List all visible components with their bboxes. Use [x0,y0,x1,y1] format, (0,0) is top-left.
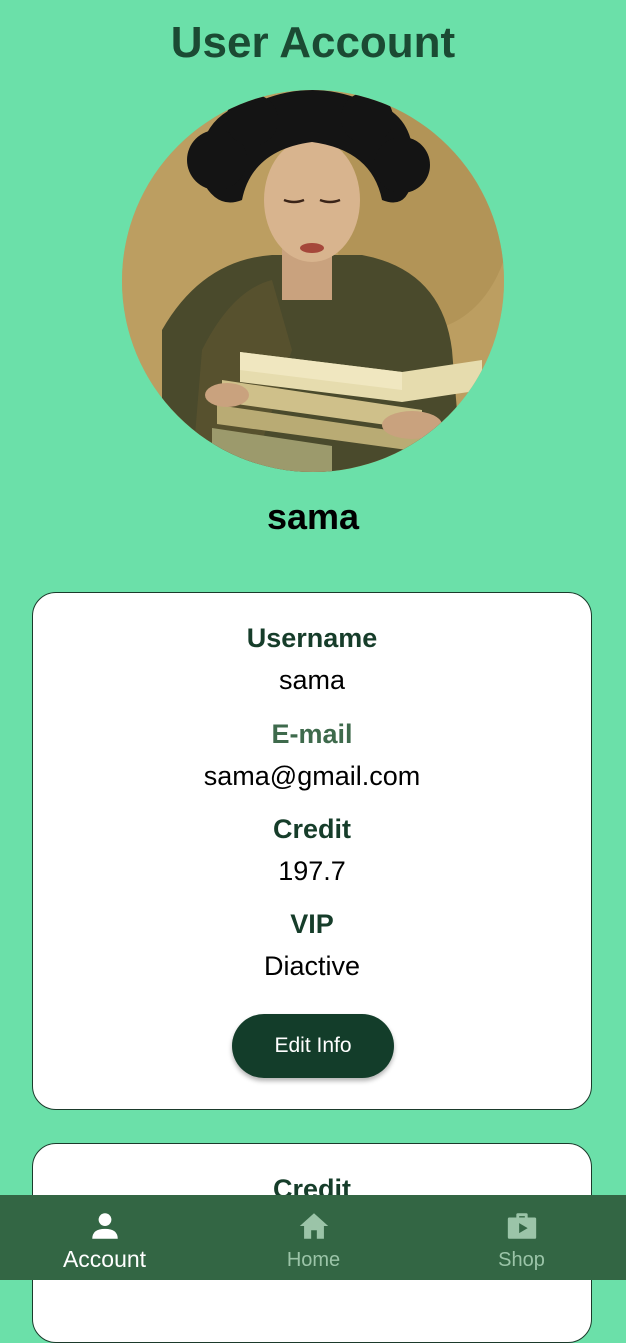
profile-name: sama [266,496,360,537]
avatar-illustration [122,90,504,472]
credit-value: 197.7 [278,856,346,886]
email-label: E-mail [271,719,353,749]
vip-label: VIP [290,909,334,939]
vip-value: Diactive [263,951,361,981]
nav-label-home: Home [286,1249,341,1271]
credit-label: Credit [272,814,351,844]
page-title: User Account [170,18,456,67]
nav-item-home[interactable]: Home [209,1195,418,1280]
shop-bag-icon [507,1213,537,1239]
nav-item-shop[interactable]: Shop [417,1195,626,1280]
nav-label-shop: Shop [498,1249,545,1271]
username-value: sama [278,665,346,695]
nav-label-account: Account [62,1246,147,1272]
bottom-navigation: Account Home Shop [0,1195,626,1280]
username-label: Username [246,623,378,653]
email-value: sama@gmail.com [203,761,421,791]
nav-item-account[interactable]: Account [0,1195,209,1280]
edit-info-button[interactable]: Edit Info [232,1014,394,1078]
person-icon [92,1213,118,1239]
home-icon [299,1213,329,1239]
account-info-card: Username sama E-mail sama@gmail.com Cred… [32,592,592,1110]
avatar [122,90,504,472]
